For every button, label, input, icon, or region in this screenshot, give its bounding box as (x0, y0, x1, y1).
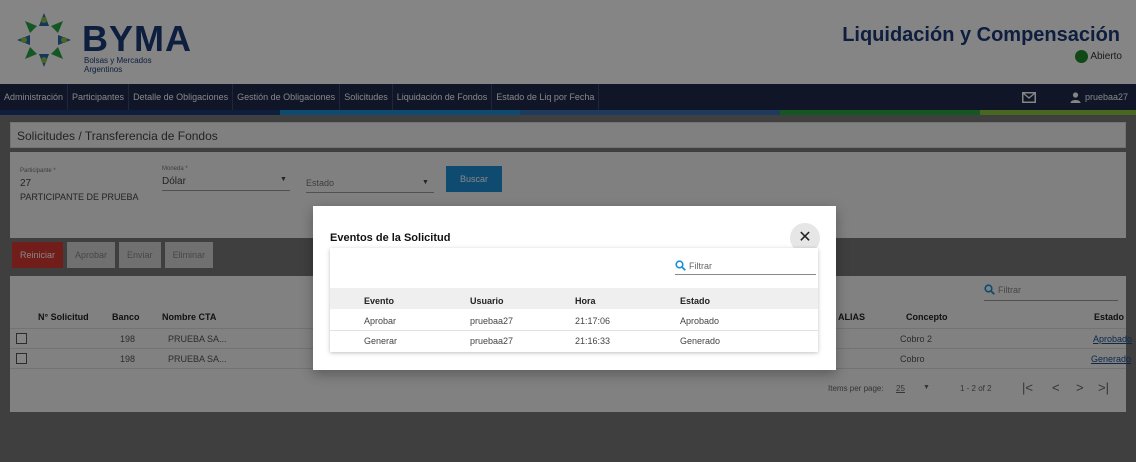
event-row-divider (330, 330, 818, 331)
dialog-filter-input[interactable]: Filtrar (675, 260, 712, 271)
event-hora: 21:16:33 (575, 336, 611, 346)
col-header-estado[interactable]: Estado (680, 296, 710, 306)
event-estado: Aprobado (680, 316, 720, 326)
col-header-hora[interactable]: Hora (575, 296, 596, 306)
event-estado: Generado (680, 336, 721, 346)
dialog-filter-underline (675, 274, 816, 275)
col-header-evento[interactable]: Evento (364, 296, 394, 306)
close-icon: ✕ (798, 229, 812, 246)
dialog-title: Eventos de la Solicitud (330, 232, 451, 244)
event-evento: Generar (364, 336, 398, 346)
search-icon (675, 260, 686, 271)
eventos-dialog: Eventos de la Solicitud ✕ Filtrar Evento… (313, 206, 836, 370)
event-evento: Aprobar (364, 316, 397, 326)
dialog-filter-placeholder: Filtrar (689, 260, 712, 271)
dialog-table-header (330, 288, 818, 309)
event-usuario: pruebaa27 (470, 316, 514, 326)
event-hora: 21:17:06 (575, 316, 611, 326)
eventos-table: Filtrar Evento Usuario Hora Estado Aprob… (330, 248, 818, 352)
event-usuario: pruebaa27 (470, 336, 514, 346)
col-header-usuario[interactable]: Usuario (470, 296, 504, 306)
